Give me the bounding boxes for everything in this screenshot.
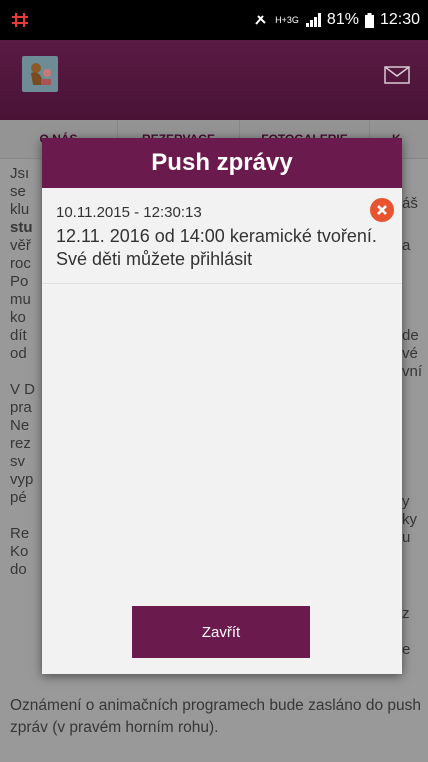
delete-message-icon[interactable]: [370, 198, 394, 222]
network-type-label: H+3G: [275, 15, 299, 25]
app-screen: H+3G 81% 12:30 Jsı se klu stu věř roc Po…: [0, 0, 428, 762]
app-bar: [0, 40, 428, 120]
message-text: 12.11. 2016 od 14:00 keramické tvoření. …: [56, 226, 377, 269]
battery-icon: [364, 12, 374, 28]
app-logo[interactable]: [22, 56, 58, 92]
mail-icon[interactable]: [384, 66, 410, 84]
close-button[interactable]: Zavřít: [132, 606, 310, 658]
message-date: 10.11.2015 - 12:30:13: [56, 204, 202, 221]
dialog-title: Push zprávy: [42, 138, 402, 188]
app-notification-icon: [10, 11, 30, 29]
clock: 12:30: [379, 11, 420, 28]
signal-icon: [305, 13, 321, 27]
push-messages-dialog: Push zprávy 10.11.2015 - 12:30:13 12.11.…: [42, 138, 402, 674]
mute-icon: [253, 12, 269, 28]
battery-percent: 81%: [326, 11, 359, 28]
message-item: 10.11.2015 - 12:30:13 12.11. 2016 od 14:…: [42, 188, 402, 284]
status-bar: H+3G 81% 12:30: [0, 0, 428, 40]
